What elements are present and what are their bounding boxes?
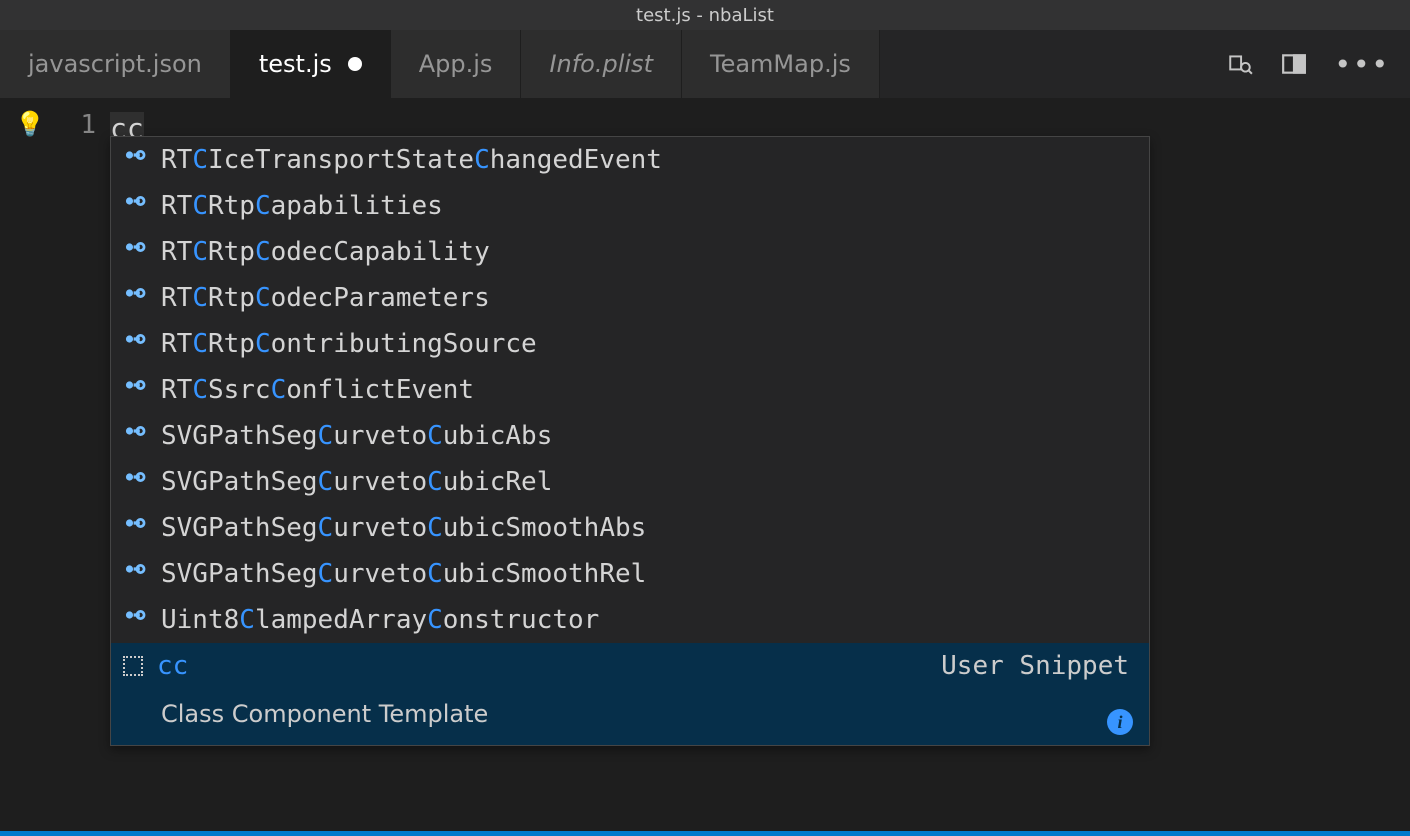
suggestion-doc-text: Class Component Template: [161, 700, 488, 728]
editor-area[interactable]: 💡 1 cc RTCIceTransportStateChangedEventR…: [0, 98, 1410, 831]
snippet-icon: [123, 656, 143, 676]
suggestion-item[interactable]: SVGPathSegCurvetoCubicRel: [111, 459, 1149, 505]
more-actions-icon[interactable]: •••: [1334, 48, 1390, 81]
variable-icon: [123, 233, 147, 271]
suggestion-label: SVGPathSegCurvetoCubicSmoothRel: [161, 555, 646, 593]
variable-icon: [123, 509, 147, 547]
suggestion-label: RTCRtpCapabilities: [161, 187, 443, 225]
tab-test-js[interactable]: test.js: [231, 30, 391, 98]
line-numbers: 1: [60, 98, 110, 831]
tabs-bar: javascript.json test.js App.js Info.plist Te…: [0, 30, 1410, 98]
suggestion-item[interactable]: SVGPathSegCurvetoCubicSmoothRel: [111, 551, 1149, 597]
gutter: 💡: [0, 98, 60, 831]
dirty-indicator-icon: [348, 57, 362, 71]
tab-actions: •••: [1206, 30, 1410, 98]
suggestion-label: SVGPathSegCurvetoCubicSmoothAbs: [161, 509, 646, 547]
variable-icon: [123, 463, 147, 501]
tab-label: test.js: [259, 50, 332, 78]
suggestion-label: SVGPathSegCurvetoCubicAbs: [161, 417, 552, 455]
variable-icon: [123, 325, 147, 363]
variable-icon: [123, 555, 147, 593]
tab-label: Info.plist: [549, 50, 653, 78]
tab-label: TeamMap.js: [710, 50, 851, 78]
suggestion-item[interactable]: RTCRtpCapabilities: [111, 183, 1149, 229]
variable-icon: [123, 417, 147, 455]
suggestion-documentation: Class Component Template i: [111, 689, 1149, 745]
suggestion-label: RTCRtpContributingSource: [161, 325, 537, 363]
suggestion-detail: User Snippet: [941, 647, 1137, 685]
split-editor-icon[interactable]: [1280, 50, 1308, 78]
suggestion-label: Uint8ClampedArrayConstructor: [161, 601, 599, 639]
tab-teammap-js[interactable]: TeamMap.js: [682, 30, 880, 98]
lightbulb-icon[interactable]: 💡: [15, 110, 45, 138]
variable-icon: [123, 601, 147, 639]
suggestion-label: RTCSsrcConflictEvent: [161, 371, 474, 409]
variable-icon: [123, 279, 147, 317]
suggestion-item[interactable]: RTCRtpCodecParameters: [111, 275, 1149, 321]
suggestion-label: RTCIceTransportStateChangedEvent: [161, 141, 662, 179]
tab-label: javascript.json: [28, 50, 202, 78]
suggestion-label: RTCRtpCodecCapability: [161, 233, 490, 271]
suggestion-item[interactable]: RTCSsrcConflictEvent: [111, 367, 1149, 413]
suggestion-label: RTCRtpCodecParameters: [161, 279, 490, 317]
suggestion-item[interactable]: RTCRtpCodecCapability: [111, 229, 1149, 275]
tab-javascript-json[interactable]: javascript.json: [0, 30, 231, 98]
tab-label: App.js: [419, 50, 493, 78]
suggestion-item[interactable]: cc User Snippet: [111, 643, 1149, 689]
variable-icon: [123, 371, 147, 409]
suggestion-item[interactable]: SVGPathSegCurvetoCubicAbs: [111, 413, 1149, 459]
window-title: test.js - nbaList: [0, 0, 1410, 30]
status-bar: [0, 831, 1410, 836]
suggest-widget[interactable]: RTCIceTransportStateChangedEvent RTCRtpCa…: [110, 136, 1150, 746]
variable-icon: [123, 141, 147, 179]
window-title-text: test.js - nbaList: [636, 5, 774, 26]
suggestion-item[interactable]: RTCRtpContributingSource: [111, 321, 1149, 367]
suggestion-item[interactable]: Uint8ClampedArrayConstructor: [111, 597, 1149, 643]
line-number: 1: [60, 110, 96, 140]
code-area[interactable]: cc RTCIceTransportStateChangedEvent RTCRt…: [110, 98, 1410, 831]
tab-info-plist[interactable]: Info.plist: [521, 30, 682, 98]
suggestion-label: cc: [157, 647, 188, 685]
variable-icon: [123, 187, 147, 225]
toggle-search-icon[interactable]: [1226, 50, 1254, 78]
suggestion-label: SVGPathSegCurvetoCubicRel: [161, 463, 552, 501]
suggestion-item[interactable]: SVGPathSegCurvetoCubicSmoothAbs: [111, 505, 1149, 551]
suggestion-item[interactable]: RTCIceTransportStateChangedEvent: [111, 137, 1149, 183]
info-icon[interactable]: i: [1107, 709, 1133, 735]
tab-app-js[interactable]: App.js: [391, 30, 522, 98]
